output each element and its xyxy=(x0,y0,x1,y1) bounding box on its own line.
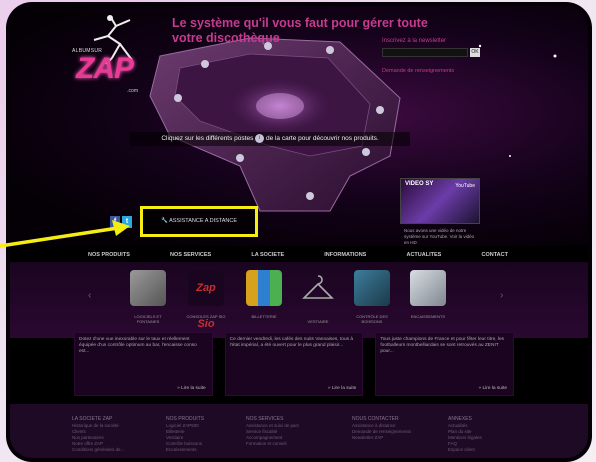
annotation-arrow-icon xyxy=(0,220,130,248)
